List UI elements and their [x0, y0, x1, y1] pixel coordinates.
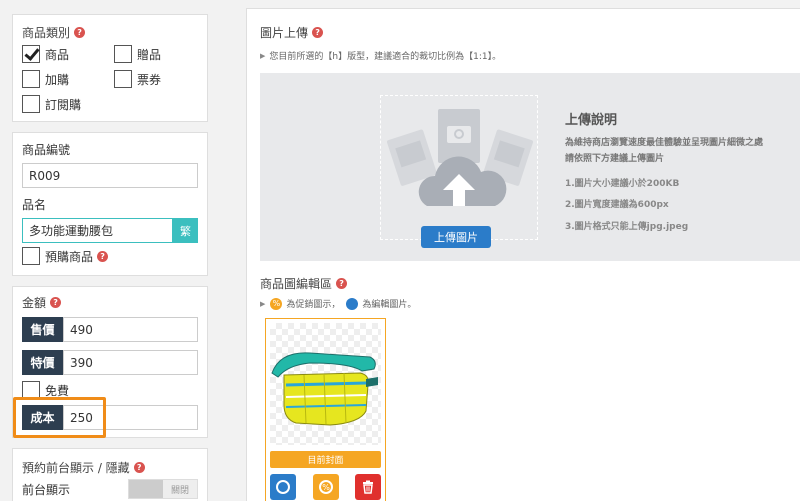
- waist-bag-image: [271, 352, 378, 426]
- upload-hint: ▶ 您目前所選的【h】版型，建議適合的裁切比例為【1:1】。: [260, 51, 502, 63]
- upload-dropzone[interactable]: 上傳圖片: [380, 95, 538, 248]
- category-panel: 商品類別? 商品 贈品 加購 票券 訂閱購: [12, 14, 208, 122]
- checkbox-icon[interactable]: [22, 95, 40, 113]
- help-icon[interactable]: ?: [74, 27, 86, 38]
- checkbox-icon[interactable]: [114, 45, 132, 63]
- category-title: 商品類別?: [22, 24, 86, 41]
- palette-icon: [276, 480, 290, 494]
- toggle-label: 關閉: [171, 486, 190, 496]
- gallery-hint: ▶ % 為促銷圖示， 為編輯圖片。: [260, 297, 417, 310]
- edit-image-button[interactable]: [270, 474, 296, 500]
- product-image: [270, 323, 381, 445]
- image-panel: 圖片上傳? ▶ 您目前所選的【h】版型，建議適合的裁切比例為【1:1】。 上傳圖…: [246, 8, 800, 501]
- product-code-input[interactable]: R009: [22, 163, 198, 188]
- special-price-input[interactable]: 390: [63, 350, 198, 375]
- schedule-panel: 預約前台顯示 / 隱藏? 前台顯示 關閉: [12, 448, 208, 501]
- upload-image-button[interactable]: 上傳圖片: [421, 226, 491, 248]
- triangle-right-icon: ▶: [260, 299, 266, 308]
- upload-rule-3: 3.圖片格式只能上傳jpg.jpeg: [565, 222, 689, 232]
- sale-price-tag: 售價: [22, 317, 63, 342]
- product-name-label: 品名: [22, 198, 47, 212]
- checkbox-icon[interactable]: [22, 247, 40, 265]
- help-icon[interactable]: ?: [133, 462, 145, 473]
- help-icon[interactable]: ?: [336, 278, 348, 289]
- upload-area: 上傳圖片 上傳說明 為維持商店瀏覽速度最佳體驗並呈現圖片細微之處 請依照下方建議…: [260, 73, 800, 261]
- triangle-right-icon: ▶: [260, 51, 266, 60]
- checkbox-icon[interactable]: [22, 70, 40, 88]
- category-option-subscription[interactable]: 訂閱購: [22, 95, 81, 113]
- current-cover-label: 目前封面: [270, 451, 381, 468]
- promo-icon: %: [270, 297, 283, 310]
- schedule-title: 預約前台顯示 / 隱藏?: [22, 459, 145, 476]
- promo-icon: %: [319, 480, 333, 494]
- image-placeholder-icon: [386, 109, 534, 206]
- sale-price-input[interactable]: 490: [63, 317, 198, 342]
- upload-rule-1: 1.圖片大小建議小於200KB: [565, 179, 680, 189]
- toggle-knob: [129, 480, 163, 498]
- special-price-tag: 特價: [22, 350, 63, 375]
- cost-highlight-box: [13, 397, 106, 438]
- help-icon[interactable]: ?: [50, 297, 62, 308]
- upload-title: 圖片上傳?: [260, 24, 324, 41]
- gallery-title: 商品圖編輯區?: [260, 275, 348, 292]
- help-icon[interactable]: ?: [97, 250, 109, 262]
- upload-instructions-line-1: 為維持商店瀏覽速度最佳體驗並呈現圖片細微之處: [565, 138, 764, 148]
- checkbox-icon[interactable]: [114, 70, 132, 88]
- image-card[interactable]: 目前封面 %: [265, 318, 386, 501]
- product-code-label: 商品編號: [22, 143, 71, 157]
- front-display-toggle[interactable]: 關閉: [128, 479, 198, 499]
- upload-instructions-line-2: 請依照下方建議上傳圖片: [565, 154, 665, 164]
- upload-rule-2: 2.圖片寬度建議為600px: [565, 200, 669, 210]
- category-option-ticket[interactable]: 票券: [114, 70, 161, 88]
- category-option-product[interactable]: 商品: [22, 45, 69, 63]
- category-option-gift[interactable]: 贈品: [114, 45, 161, 63]
- palette-icon: [346, 297, 359, 310]
- price-title: 金額?: [22, 294, 62, 311]
- trash-icon: [363, 480, 373, 494]
- upload-instructions-title: 上傳說明: [565, 113, 618, 128]
- delete-image-button[interactable]: [355, 474, 381, 500]
- help-icon[interactable]: ?: [312, 27, 324, 38]
- front-display-label: 前台顯示: [22, 483, 71, 497]
- traditional-chinese-button[interactable]: 繁: [173, 218, 198, 243]
- checkbox-checked-icon[interactable]: [22, 45, 40, 63]
- preorder-option[interactable]: 預購商品?: [22, 247, 109, 265]
- category-option-addon[interactable]: 加購: [22, 70, 69, 88]
- promo-button[interactable]: %: [313, 474, 339, 500]
- product-name-input[interactable]: 多功能運動腰包: [22, 218, 173, 243]
- product-info-panel: 商品編號 R009 品名 多功能運動腰包 繁 預購商品?: [12, 132, 208, 276]
